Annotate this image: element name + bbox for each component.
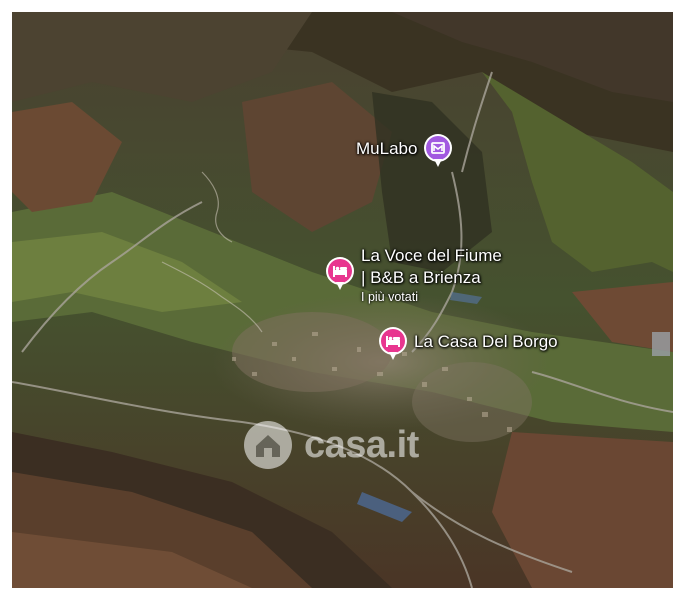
bed-icon[interactable]	[378, 326, 408, 362]
poi-label-la-casa-del-borgo: La Casa Del Borgo	[414, 332, 558, 351]
poi-la-voce-del-fiume[interactable]: La Voce del Fiume | B&B a Brienza I più …	[325, 245, 502, 305]
watermark-text: casa.it	[304, 423, 419, 466]
casa-it-watermark: casa.it	[242, 419, 419, 471]
satellite-map[interactable]: MuLabo La Voce del Fiume | B&B a Brienza…	[12, 12, 673, 588]
poi-la-casa-del-borgo[interactable]: La Casa Del Borgo	[378, 326, 558, 362]
poi-label-mulabo: MuLabo	[356, 139, 418, 158]
poi-label-line2: | B&B a Brienza	[361, 268, 481, 287]
map-frame: MuLabo La Voce del Fiume | B&B a Brienza…	[0, 0, 685, 600]
poi-sublabel: I più votati	[361, 290, 418, 304]
museum-icon[interactable]	[423, 133, 453, 169]
poi-label-line1: La Voce del Fiume	[361, 246, 502, 265]
bed-icon[interactable]	[325, 256, 355, 292]
poi-mulabo[interactable]: MuLabo	[356, 133, 453, 169]
house-logo-icon	[244, 421, 292, 469]
